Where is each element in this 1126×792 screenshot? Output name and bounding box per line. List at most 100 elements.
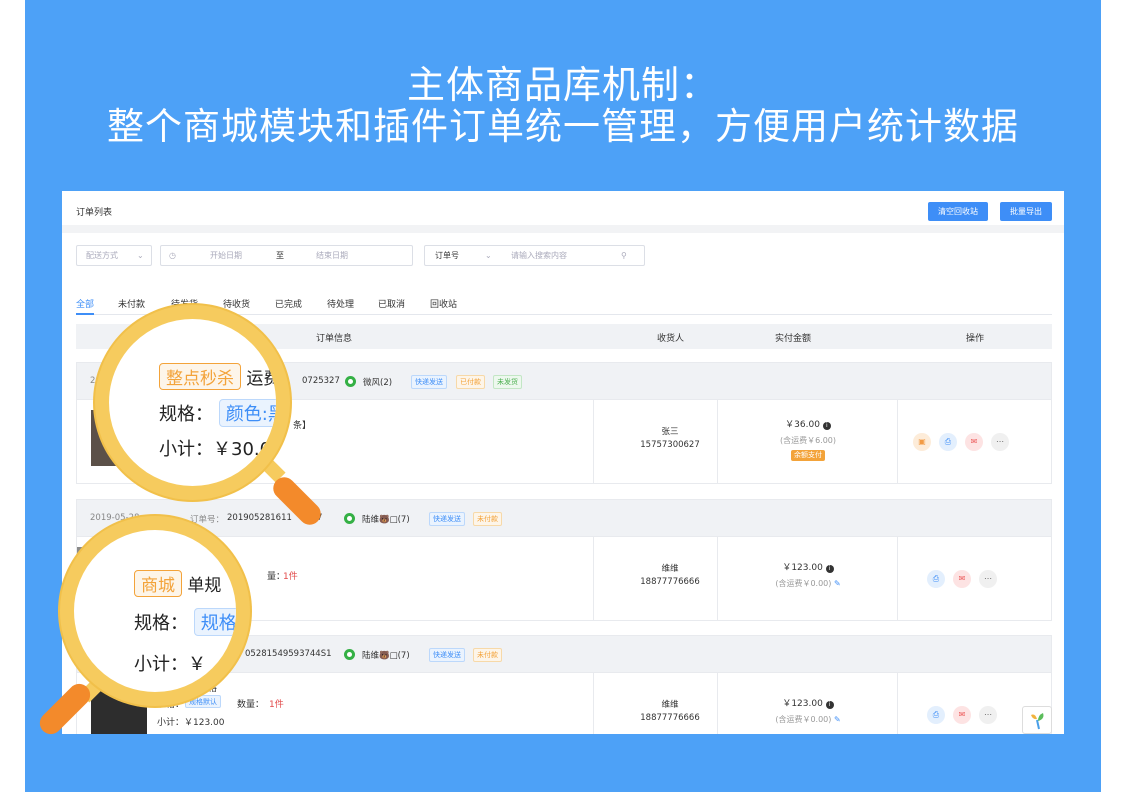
chevron-down-icon: ⌄ (137, 251, 144, 260)
shipping-note: (含运费￥0.00) (775, 715, 832, 724)
order-header: 2019-05-28 订单号： 201905281611 7 陆维🐻□(7) 快… (76, 499, 1052, 537)
wechat-icon (345, 376, 356, 387)
delivery-method-select[interactable]: 配送方式 ⌄ (76, 245, 152, 266)
edit-icon[interactable]: ✎ (834, 715, 841, 724)
edit-icon[interactable]: ✎ (834, 579, 841, 588)
delivery-method-label: 配送方式 (86, 251, 118, 260)
amount-info: ￥36.00 i (含运费￥6.00) 余额支付 (753, 418, 863, 463)
unpaid-tag: 未付款 (473, 512, 502, 526)
shipping-status-tag: 未发货 (493, 375, 522, 389)
subtotal: 小计：￥ (134, 654, 206, 675)
date-range-picker[interactable]: ◷ 开始日期 至 结束日期 (160, 245, 413, 266)
receiver-name: 维维 (661, 564, 679, 574)
spec-tag: 颜色:黑 (218, 399, 276, 427)
receiver-info: 张三 15757300627 (620, 426, 720, 452)
info-icon[interactable]: i (825, 565, 834, 573)
more-icon[interactable]: ⋯ (979, 706, 997, 724)
delivery-tag: 快递发送 (429, 648, 465, 662)
paid-amount: ￥36.00 (785, 420, 820, 430)
search-type-select[interactable]: 订单号 (435, 246, 459, 265)
more-icon[interactable]: ⋯ (991, 433, 1009, 451)
buyer-name[interactable]: 陆维🐻□(7) (362, 513, 410, 525)
tab-cancelled[interactable]: 已取消 (378, 297, 405, 310)
divider (62, 225, 1064, 233)
active-tab-indicator (76, 313, 94, 315)
tab-completed[interactable]: 已完成 (275, 297, 302, 310)
message-icon[interactable]: ✉ (965, 433, 983, 451)
magnifier-bottom: 商城 单规 规格： 规格 小计：￥ (60, 516, 250, 706)
spec-tag: 规格 (193, 608, 236, 636)
receiver-phone: 18877776666 (640, 713, 700, 723)
amount-info: ￥123.00 i (含运费￥0.00) ✎ (753, 561, 863, 591)
paid-amount: ￥123.00 (782, 563, 823, 573)
tab-all[interactable]: 全部 (76, 297, 94, 310)
subtotal: 小计：￥30.0 (159, 439, 272, 460)
print-icon[interactable]: ⎙ (939, 433, 957, 451)
order-number: 201905281611 (227, 513, 292, 523)
clear-recycle-button[interactable]: 清空回收站 (928, 202, 988, 221)
help-widget-button[interactable] (1022, 706, 1052, 734)
product-title-fragment: 运费 (246, 369, 281, 389)
magnifier-top: 整点秒杀 运费 规格： 颜色:黑 小计：￥30.0 (95, 305, 290, 500)
shipping-note: (含运费￥6.00) (779, 436, 837, 445)
wechat-icon (344, 513, 355, 524)
flash-sale-badge: 整点秒杀 (159, 363, 241, 390)
message-icon[interactable]: ✉ (953, 706, 971, 724)
range-separator: 至 (276, 251, 284, 260)
amount-info: ￥123.00 i (含运费￥0.00) ✎ (753, 697, 863, 727)
info-icon[interactable]: i (822, 422, 831, 430)
delivery-tag: 快递发送 (411, 375, 447, 389)
subtotal: 小计：￥123.00 (157, 718, 225, 728)
paid-tag: 已付款 (456, 375, 485, 389)
divider (897, 673, 898, 734)
end-date-input[interactable]: 结束日期 (316, 246, 348, 265)
spec-label: 规格： (159, 404, 213, 425)
buyer-name[interactable]: 微风(2) (363, 376, 392, 388)
print-icon[interactable]: ⎙ (927, 570, 945, 588)
search-icon[interactable]: ⚲ (621, 246, 627, 265)
ship-icon[interactable]: ▣ (913, 433, 931, 451)
col-paid-amount: 实付金额 (775, 334, 812, 344)
clock-icon: ◷ (169, 251, 176, 260)
tab-unpaid[interactable]: 未付款 (118, 297, 145, 310)
divider (593, 537, 594, 620)
search-input[interactable]: 请输入搜索内容 (511, 246, 567, 265)
receiver-phone: 15757300627 (640, 440, 700, 450)
order-number-label: 订单号： (190, 515, 225, 525)
receiver-info: 维维 18877776666 (620, 563, 720, 589)
quantity-value: 1件 (283, 572, 298, 582)
order-number: 0725327 (302, 376, 340, 386)
col-order-info: 订单信息 (316, 334, 353, 344)
start-date-input[interactable]: 开始日期 (210, 246, 242, 265)
divider (593, 673, 594, 734)
chevron-down-icon: ⌄ (485, 251, 492, 260)
batch-export-button[interactable]: 批量导出 (1000, 202, 1052, 221)
unpaid-tag: 未付款 (473, 648, 502, 662)
product-name: 条】 (293, 421, 312, 431)
col-actions: 操作 (966, 334, 985, 344)
divider (897, 537, 898, 620)
order-number: 05281549593744S1 (245, 649, 332, 659)
search-group[interactable]: 订单号 ⌄ 请输入搜索内容 ⚲ (424, 245, 645, 266)
print-icon[interactable]: ⎙ (927, 706, 945, 724)
spec-label: 规格： (134, 613, 188, 634)
buyer-name[interactable]: 陆维🐻□(7) (362, 649, 410, 661)
mall-badge: 商城 (134, 570, 182, 597)
shipping-note: (含运费￥0.00) (775, 579, 832, 588)
receiver-phone: 18877776666 (640, 577, 700, 587)
receiver-name: 张三 (661, 427, 679, 437)
divider (593, 400, 594, 483)
delivery-tag: 快递发送 (429, 512, 465, 526)
info-icon[interactable]: i (825, 701, 834, 709)
more-icon[interactable]: ⋯ (979, 570, 997, 588)
product-title-fragment: 单规 (187, 576, 222, 596)
tab-to-receive[interactable]: 待收货 (223, 297, 250, 310)
headline-line2: 整个商城模块和插件订单统一管理，方便用户统计数据 (107, 105, 1019, 148)
tab-recycle-bin[interactable]: 回收站 (430, 297, 457, 310)
quantity-value: 1件 (269, 700, 284, 710)
message-icon[interactable]: ✉ (953, 570, 971, 588)
receiver-info: 维维 18877776666 (620, 699, 720, 725)
tab-pending[interactable]: 待处理 (327, 297, 354, 310)
leaf-logo-icon (1031, 713, 1044, 730)
page-title: 订单列表 (76, 208, 113, 218)
